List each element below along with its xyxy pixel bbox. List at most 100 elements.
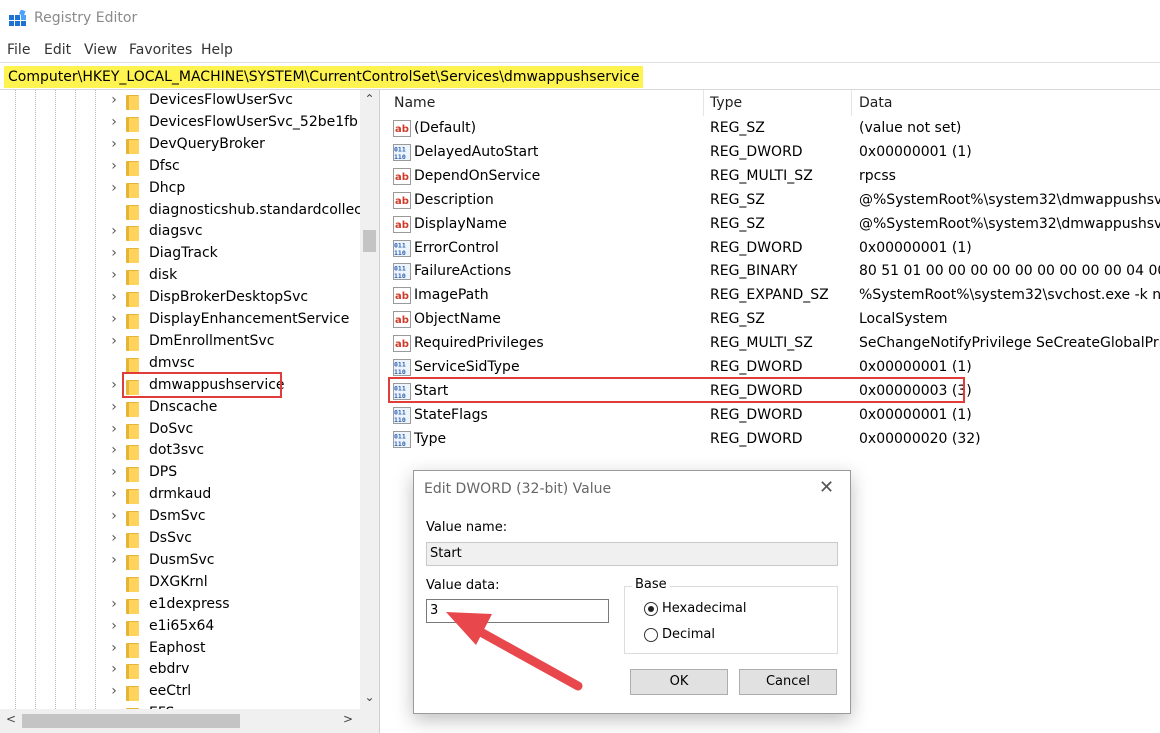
tree-item[interactable]: › ebdrv — [0, 660, 360, 682]
chevron-right-icon[interactable]: › — [108, 442, 120, 458]
chevron-right-icon[interactable]: › — [108, 421, 120, 437]
chevron-right-icon[interactable]: › — [108, 92, 120, 108]
cancel-button[interactable]: Cancel — [739, 669, 837, 695]
chevron-right-icon[interactable]: › — [108, 399, 120, 415]
tree-item[interactable]: › DevicesFlowUserSvc — [0, 91, 360, 113]
menu-bar: File Edit View Favorites Help — [0, 38, 1160, 62]
tree-item[interactable]: › DevicesFlowUserSvc_52be1fb — [0, 113, 360, 135]
tree-item[interactable]: › diagsvc — [0, 222, 360, 244]
column-header-name[interactable]: Name — [386, 90, 704, 116]
chevron-right-icon[interactable]: › — [108, 596, 120, 612]
value-row[interactable]: ab ImagePath REG_EXPAND_SZ %SystemRoot%\sys… — [386, 284, 1160, 308]
tree-item[interactable]: › DevQueryBroker — [0, 135, 360, 157]
tree-item[interactable]: diagnosticshub.standardcollecto — [0, 201, 376, 223]
value-data: @%SystemRoot%\system32\dmwappushsvc.dll — [859, 191, 1160, 208]
tree-item[interactable]: › Dhcp — [0, 179, 360, 201]
svg-text:110: 110 — [394, 368, 406, 376]
tree-item[interactable]: › dot3svc — [0, 441, 360, 463]
menu-help[interactable]: Help — [201, 42, 233, 58]
chevron-right-icon[interactable]: › — [108, 114, 120, 130]
close-icon[interactable]: ✕ — [819, 477, 834, 498]
ok-button[interactable]: OK — [630, 669, 728, 695]
tree-item[interactable]: › DisplayEnhancementService — [0, 310, 360, 332]
tree-item-label: Dfsc — [149, 157, 180, 174]
address-bar[interactable]: Computer\HKEY_LOCAL_MACHINE\SYSTEM\Curre… — [0, 62, 1160, 90]
tree-item[interactable]: › Dnscache — [0, 398, 360, 420]
tree-item[interactable]: › e1dexpress — [0, 595, 360, 617]
scroll-thumb[interactable] — [22, 714, 240, 728]
menu-favorites[interactable]: Favorites — [129, 42, 192, 58]
value-data: LocalSystem — [859, 311, 948, 328]
tree-item[interactable]: › DiagTrack — [0, 244, 360, 266]
value-row[interactable]: 011 110 DelayedAutoStart REG_DWORD 0x0000000… — [386, 141, 1160, 165]
tree-item[interactable]: › eeCtrl — [0, 682, 360, 704]
tree-item[interactable]: › drmkaud — [0, 485, 360, 507]
tree-item[interactable]: › DusmSvc — [0, 551, 360, 573]
chevron-right-icon[interactable]: › — [108, 552, 120, 568]
chevron-right-icon[interactable]: › — [108, 377, 120, 393]
column-header-type[interactable]: Type — [702, 90, 852, 116]
decimal-radio[interactable] — [644, 628, 658, 642]
scroll-right-icon[interactable]: > — [343, 712, 353, 726]
tree-item[interactable]: › Eaphost — [0, 639, 360, 661]
folder-icon — [126, 401, 139, 417]
scroll-down-icon[interactable]: ⌄ — [360, 690, 379, 704]
value-row[interactable]: ab Description REG_SZ @%SystemRoot%\system3… — [386, 189, 1160, 213]
chevron-right-icon[interactable]: › — [108, 640, 120, 656]
tree-item[interactable]: › DPS — [0, 463, 360, 485]
chevron-right-icon[interactable]: › — [108, 508, 120, 524]
chevron-right-icon[interactable]: › — [108, 158, 120, 174]
column-header-data[interactable]: Data — [851, 90, 1160, 116]
tree-item-label: Dhcp — [149, 179, 186, 196]
tree-vertical-scrollbar[interactable]: ⌃ ⌄ — [360, 90, 379, 709]
value-row[interactable]: ab (Default) REG_SZ (value not set) — [386, 117, 1160, 141]
tree-item[interactable]: › disk — [0, 266, 360, 288]
address-path[interactable]: Computer\HKEY_LOCAL_MACHINE\SYSTEM\Curre… — [4, 66, 644, 88]
tree-item[interactable]: › DsSvc — [0, 529, 360, 551]
value-type: REG_EXPAND_SZ — [710, 287, 829, 304]
chevron-right-icon[interactable]: › — [108, 661, 120, 677]
tree-item[interactable]: › e1i65x64 — [0, 617, 360, 639]
chevron-right-icon[interactable]: › — [108, 136, 120, 152]
menu-edit[interactable]: Edit — [44, 42, 71, 58]
value-data: 0x00000001 (1) — [859, 143, 972, 160]
chevron-right-icon[interactable]: › — [108, 289, 120, 305]
chevron-right-icon[interactable]: › — [108, 618, 120, 634]
chevron-right-icon[interactable]: › — [108, 464, 120, 480]
chevron-right-icon[interactable]: › — [108, 486, 120, 502]
value-row[interactable]: ab RequiredPrivileges REG_MULTI_SZ SeChange… — [386, 332, 1160, 356]
scroll-thumb[interactable] — [363, 230, 376, 252]
value-row[interactable]: 011 110 Type REG_DWORD 0x00000020 (32) — [386, 428, 1160, 452]
scroll-left-icon[interactable]: < — [6, 712, 16, 726]
decimal-label[interactable]: Decimal — [662, 627, 715, 642]
scroll-up-icon[interactable]: ⌃ — [360, 92, 379, 106]
hexadecimal-label[interactable]: Hexadecimal — [662, 601, 746, 616]
value-row[interactable]: 011 110 ErrorControl REG_DWORD 0x00000001 (1… — [386, 237, 1160, 261]
value-data-input[interactable]: 3 — [426, 599, 609, 623]
tree-item[interactable]: DXGKrnl — [0, 573, 360, 595]
value-row[interactable]: 011 110 FailureActions REG_BINARY 80 51 01 0… — [386, 260, 1160, 284]
chevron-right-icon[interactable]: › — [108, 530, 120, 546]
tree-item[interactable]: › DsmSvc — [0, 507, 360, 529]
value-row[interactable]: 011 110 StateFlags REG_DWORD 0x00000001 (1) — [386, 404, 1160, 428]
menu-file[interactable]: File — [7, 42, 30, 58]
folder-icon — [126, 598, 139, 614]
chevron-right-icon[interactable]: › — [108, 223, 120, 239]
value-row[interactable]: ab ObjectName REG_SZ LocalSystem — [386, 308, 1160, 332]
tree-horizontal-scrollbar[interactable]: < > — [0, 709, 360, 733]
chevron-right-icon[interactable]: › — [108, 333, 120, 349]
tree-item[interactable]: › Dfsc — [0, 157, 360, 179]
tree-item[interactable]: › DispBrokerDesktopSvc — [0, 288, 360, 310]
value-type: REG_DWORD — [710, 143, 803, 160]
chevron-right-icon[interactable]: › — [108, 180, 120, 196]
chevron-right-icon[interactable]: › — [108, 683, 120, 699]
value-row[interactable]: ab DependOnService REG_MULTI_SZ rpcss — [386, 165, 1160, 189]
chevron-right-icon[interactable]: › — [108, 267, 120, 283]
menu-view[interactable]: View — [84, 42, 117, 58]
tree-item[interactable]: › DoSvc — [0, 420, 360, 442]
value-row[interactable]: ab DisplayName REG_SZ @%SystemRoot%\system3… — [386, 213, 1160, 237]
tree-item[interactable]: › DmEnrollmentSvc — [0, 332, 360, 354]
hexadecimal-radio[interactable] — [644, 602, 658, 616]
chevron-right-icon[interactable]: › — [108, 245, 120, 261]
chevron-right-icon[interactable]: › — [108, 311, 120, 327]
